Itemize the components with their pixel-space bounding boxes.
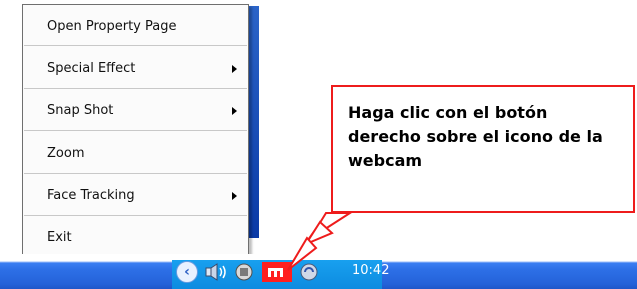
menu-item-exit[interactable]: Exit: [23, 224, 248, 252]
menu-item-special-effect[interactable]: Special Effect: [23, 55, 248, 83]
menu-item-face-tracking[interactable]: Face Tracking: [23, 182, 248, 210]
menu-item-label: Face Tracking: [47, 188, 135, 203]
menu-item-label: Exit: [47, 230, 72, 245]
menu-item-snap-shot[interactable]: Snap Shot: [23, 97, 248, 125]
speaker-icon[interactable]: [203, 262, 229, 282]
submenu-arrow-icon: [232, 192, 237, 200]
menu-item-label: Snap Shot: [47, 103, 114, 118]
annotation-callout: Haga clic con el botón derecho sobre el …: [331, 85, 635, 213]
menu-separator: [24, 88, 247, 89]
network-icon[interactable]: [232, 262, 256, 282]
submenu-arrow-icon: [232, 65, 237, 73]
window-edge: [249, 6, 259, 238]
menu-item-label: Zoom: [47, 146, 85, 161]
menu-separator: [24, 45, 247, 46]
menu-item-label: Special Effect: [47, 61, 136, 76]
webcam-icon[interactable]: [262, 262, 292, 282]
menu-separator: [24, 173, 247, 174]
clock-time: 10:42: [352, 263, 390, 278]
menu-separator: [24, 215, 247, 216]
show-hidden-icons-chevron-icon[interactable]: ‹: [176, 261, 198, 283]
update-icon[interactable]: [296, 262, 322, 282]
menu-item-open-property-page[interactable]: Open Property Page: [23, 13, 248, 41]
menu-separator: [24, 130, 247, 131]
callout-text: Haga clic con el botón derecho sobre el …: [348, 103, 603, 170]
submenu-arrow-icon: [232, 107, 237, 115]
context-menu: Open Property Page Special Effect Snap S…: [22, 4, 249, 261]
menu-item-zoom[interactable]: Zoom: [23, 140, 248, 168]
menu-item-label: Open Property Page: [47, 19, 177, 34]
